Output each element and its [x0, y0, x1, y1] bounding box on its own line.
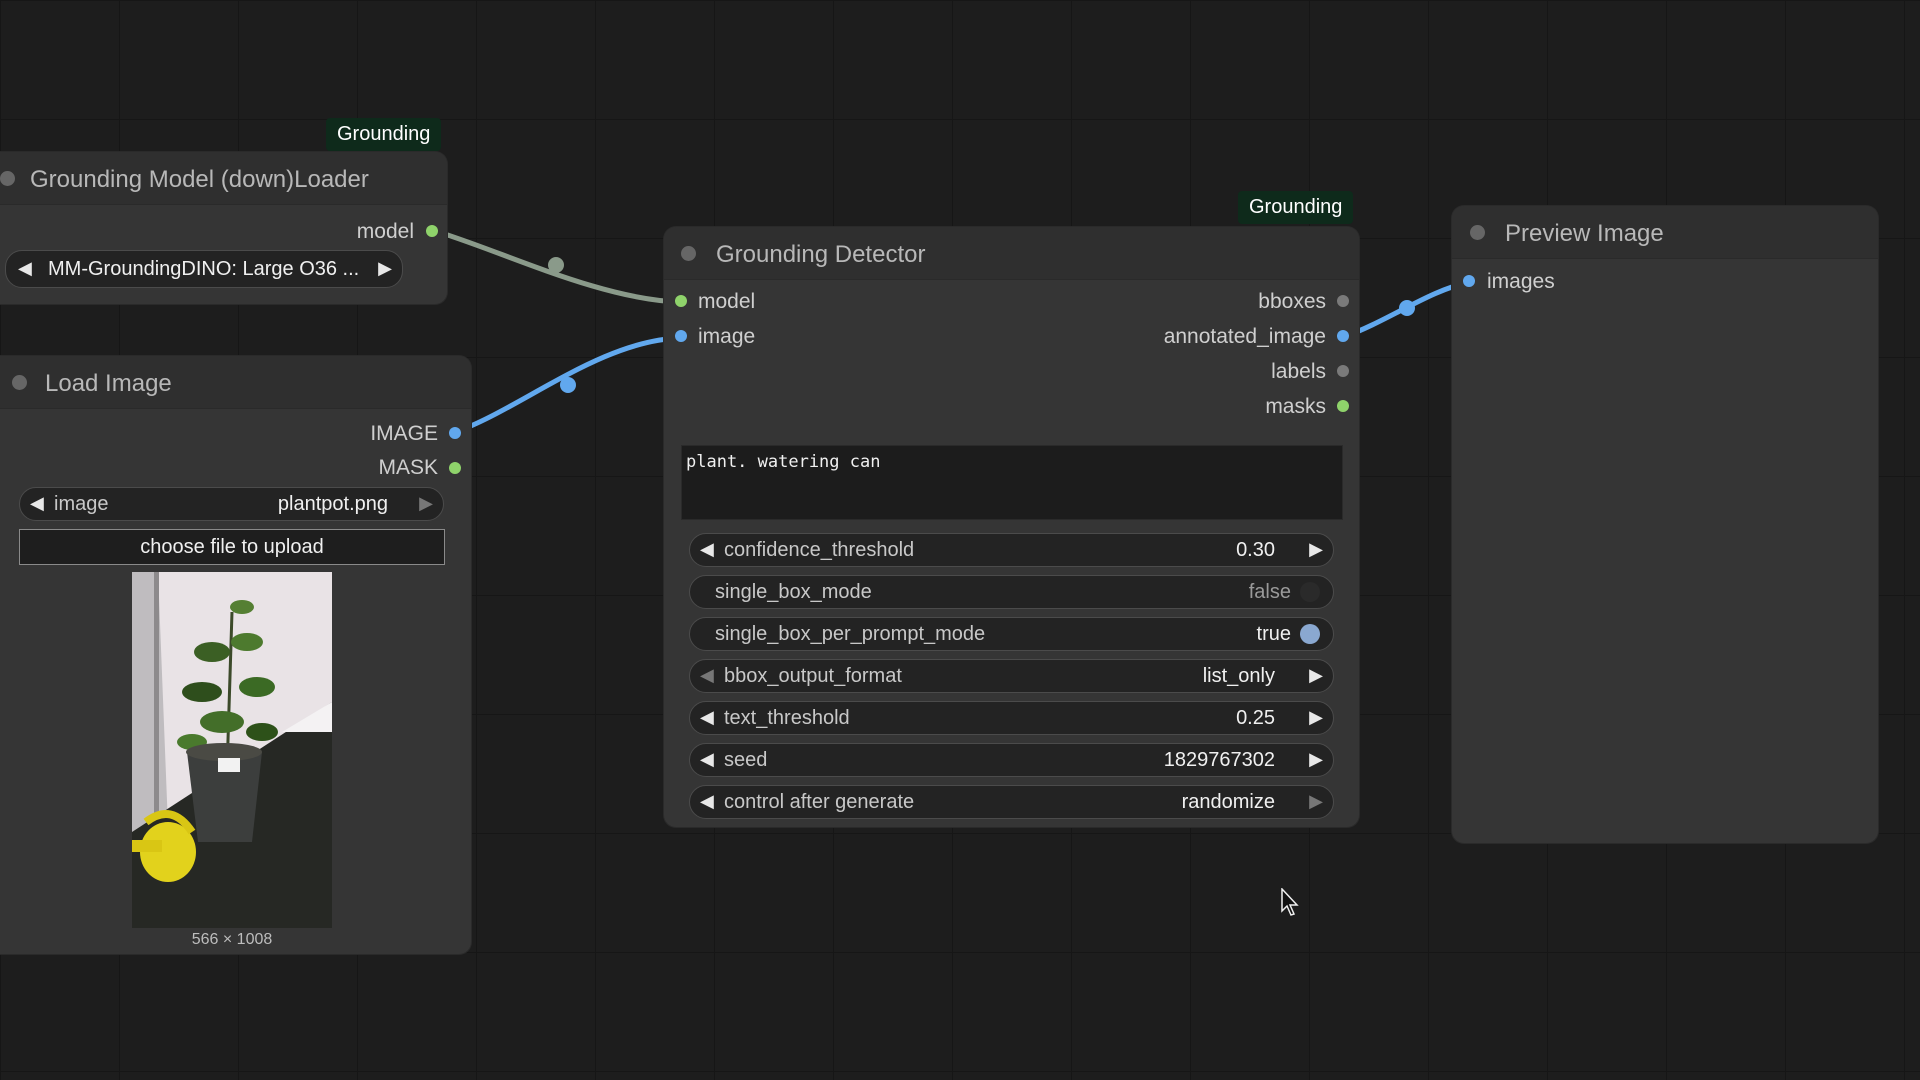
output-model-slot[interactable]: [426, 225, 438, 237]
single-box-per-prompt-mode-toggle[interactable]: single_box_per_prompt_mode true: [689, 617, 1334, 651]
image-wire-midpoint: [560, 377, 576, 393]
choose-file-upload-button[interactable]: choose file to upload: [19, 529, 445, 565]
widget-label: bbox_output_format: [724, 665, 902, 687]
widget-value: list_only: [1202, 665, 1275, 687]
output-image-slot[interactable]: [449, 427, 461, 439]
widget-label: confidence_threshold: [724, 539, 915, 561]
collapse-dot[interactable]: [0, 171, 15, 186]
grounding-model-loader-node[interactable]: Grounding Model (down)Loader model ◀ MM-…: [0, 152, 447, 304]
output-annotated-image-label: annotated_image: [1163, 325, 1326, 348]
mouse-cursor-icon: [1281, 888, 1299, 916]
model-wire: [431, 227, 682, 305]
bbox-output-format-select[interactable]: ◀ bbox_output_format list_only ▶: [689, 659, 1334, 693]
increment-arrow-icon[interactable]: ▶: [1309, 707, 1323, 728]
widget-label: single_box_mode: [715, 581, 872, 603]
prev-arrow-icon[interactable]: ◀: [30, 493, 44, 514]
next-arrow-icon[interactable]: ▶: [419, 493, 433, 514]
increment-arrow-icon[interactable]: ▶: [1309, 539, 1323, 560]
image-wire: [452, 335, 682, 436]
widget-value: randomize: [1181, 791, 1275, 813]
output-masks-slot[interactable]: [1337, 400, 1349, 412]
node-title: Preview Image: [1505, 220, 1664, 247]
next-arrow-icon[interactable]: ▶: [378, 258, 392, 279]
image-select-value: plantpot.png: [277, 493, 388, 515]
load-image-node[interactable]: Load Image IMAGE MASK ◀ image plantpot.p…: [0, 356, 471, 954]
loader-category-badge: Grounding: [326, 118, 442, 151]
confidence-threshold-widget[interactable]: ◀ confidence_threshold 0.30 ▶: [689, 533, 1334, 567]
node-title: Grounding Model (down)Loader: [30, 166, 369, 193]
toggle-off-knob[interactable]: [1300, 582, 1320, 602]
input-images-slot[interactable]: [1463, 275, 1475, 287]
decrement-arrow-icon[interactable]: ◀: [700, 539, 714, 560]
widget-value: 1829767302: [1163, 749, 1275, 771]
annotated-image-wire-midpoint: [1399, 300, 1415, 316]
next-arrow-icon[interactable]: ▶: [1309, 665, 1323, 686]
image-file-select[interactable]: ◀ image plantpot.png ▶: [19, 487, 444, 521]
node-header[interactable]: Preview Image: [1452, 206, 1878, 259]
image-select-label: image: [54, 493, 109, 515]
widget-label: seed: [724, 749, 768, 771]
widget-value: 0.30: [1236, 539, 1275, 561]
output-bboxes-slot[interactable]: [1337, 295, 1349, 307]
widget-label: text_threshold: [724, 707, 850, 729]
grounding-detector-node[interactable]: Grounding Detector model image bboxes an…: [664, 227, 1359, 827]
widget-value: 0.25: [1236, 707, 1275, 729]
input-image-label: image: [698, 325, 756, 348]
prev-arrow-icon[interactable]: ◀: [18, 258, 32, 279]
output-image-label: IMAGE: [370, 422, 438, 445]
prev-arrow-icon[interactable]: ◀: [700, 665, 714, 686]
image-preview: [132, 572, 332, 928]
model-name-select[interactable]: ◀ MM-GroundingDINO: Large O36 ... ▶: [5, 250, 403, 288]
output-annotated-image-slot[interactable]: [1337, 330, 1349, 342]
output-bboxes-label: bboxes: [1258, 290, 1326, 313]
node-title: Grounding Detector: [716, 241, 926, 268]
control-after-generate-select[interactable]: ◀ control after generate randomize ▶: [689, 785, 1334, 819]
model-wire-midpoint: [548, 257, 564, 273]
widget-value: true: [1256, 623, 1291, 645]
collapse-dot[interactable]: [12, 375, 27, 390]
prev-arrow-icon[interactable]: ◀: [700, 791, 714, 812]
input-model-label: model: [698, 290, 756, 313]
collapse-dot[interactable]: [1470, 225, 1485, 240]
image-dimensions-caption: 566 × 1008: [191, 931, 273, 948]
model-name-value: MM-GroundingDINO: Large O36 ...: [48, 258, 360, 280]
widget-label: control after generate: [724, 791, 915, 813]
increment-arrow-icon[interactable]: ▶: [1309, 749, 1323, 770]
output-mask-slot[interactable]: [449, 462, 461, 474]
output-mask-label: MASK: [378, 456, 438, 479]
output-masks-label: masks: [1265, 395, 1326, 418]
node-header[interactable]: Load Image: [0, 356, 471, 409]
output-labels-label: labels: [1271, 360, 1326, 383]
node-header[interactable]: Grounding Model (down)Loader: [0, 152, 447, 205]
input-model-slot[interactable]: [675, 295, 687, 307]
node-title: Load Image: [45, 370, 172, 397]
next-arrow-icon[interactable]: ▶: [1309, 791, 1323, 812]
preview-image-node[interactable]: Preview Image images: [1452, 206, 1878, 843]
output-model-label: model: [356, 220, 414, 243]
node-header[interactable]: Grounding Detector: [664, 227, 1359, 280]
widget-label: single_box_per_prompt_mode: [715, 623, 986, 645]
decrement-arrow-icon[interactable]: ◀: [700, 749, 714, 770]
input-images-label: images: [1487, 270, 1555, 293]
single-box-mode-toggle[interactable]: single_box_mode false: [689, 575, 1334, 609]
detector-category-badge: Grounding: [1238, 191, 1354, 224]
output-labels-slot[interactable]: [1337, 365, 1349, 377]
seed-widget[interactable]: ◀ seed 1829767302 ▶: [689, 743, 1334, 777]
prompt-text-area[interactable]: plant. watering can: [681, 445, 1343, 520]
input-image-slot[interactable]: [675, 330, 687, 342]
text-threshold-widget[interactable]: ◀ text_threshold 0.25 ▶: [689, 701, 1334, 735]
collapse-dot[interactable]: [681, 246, 696, 261]
toggle-on-knob[interactable]: [1300, 624, 1320, 644]
widget-value: false: [1248, 581, 1291, 603]
decrement-arrow-icon[interactable]: ◀: [700, 707, 714, 728]
